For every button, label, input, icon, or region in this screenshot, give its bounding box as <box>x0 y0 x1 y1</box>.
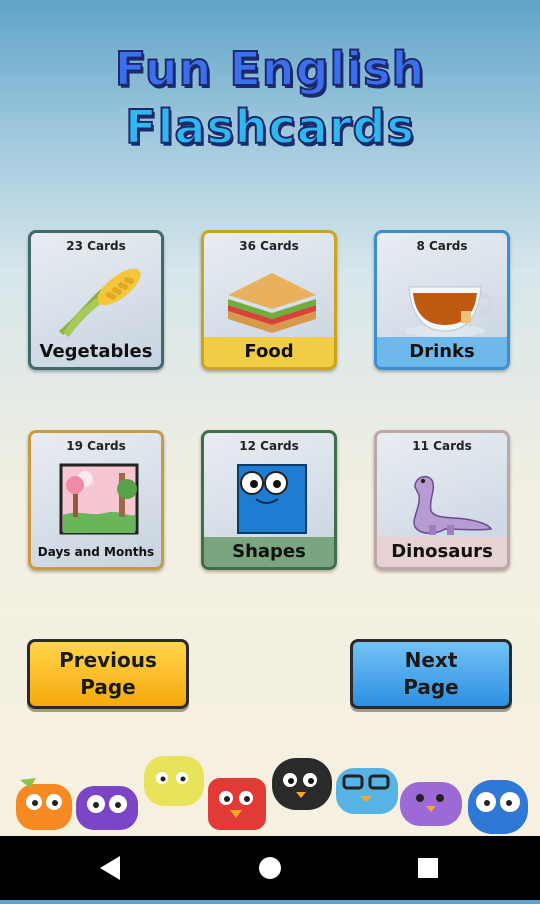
sandwich-icon <box>228 273 316 333</box>
navbar-icons <box>100 856 438 880</box>
square-character-icon <box>237 464 307 534</box>
system-navigation-bar <box>0 836 540 900</box>
black-bird-icon <box>272 758 332 810</box>
title-line-2: Flashcards <box>124 99 415 155</box>
home-icon[interactable] <box>259 857 281 879</box>
card-count: 36 Cards <box>239 239 299 253</box>
previous-page-button[interactable]: Previous Page <box>27 639 189 709</box>
birds-decoration <box>16 756 528 834</box>
previous-button-line-2: Page <box>80 675 136 699</box>
card-label: Vegetables <box>39 341 153 362</box>
next-page-button[interactable]: Next Page <box>350 639 512 709</box>
card-count: 11 Cards <box>412 439 472 453</box>
category-card-shapes[interactable]: 12 Cards Shapes <box>201 430 337 570</box>
card-label: Days and Months <box>37 545 155 559</box>
next-button-line-1: Next <box>404 648 458 672</box>
card-label: Food <box>204 337 334 367</box>
yellow-bird-icon <box>144 756 204 806</box>
tea-cup-icon <box>405 286 494 337</box>
next-button-line-2: Page <box>403 675 459 699</box>
back-icon[interactable] <box>100 856 120 880</box>
blue-bird-with-glasses-icon <box>336 768 398 814</box>
category-card-days-and-months[interactable]: 19 Cards Days and Months <box>28 430 164 570</box>
dinosaur-icon <box>413 475 493 535</box>
previous-button-line-1: Previous <box>59 648 157 672</box>
card-label: Drinks <box>377 337 507 367</box>
corn-icon <box>59 268 141 337</box>
card-count: 19 Cards <box>66 439 126 453</box>
card-count: 23 Cards <box>66 239 126 253</box>
recents-icon[interactable] <box>418 858 438 878</box>
category-card-food[interactable]: 36 Cards Food <box>201 230 337 370</box>
title-line-1: Fun English <box>114 41 426 97</box>
card-label: Shapes <box>204 537 334 567</box>
card-count: 8 Cards <box>416 239 468 253</box>
red-bird-icon <box>208 778 266 830</box>
card-label: Dinosaurs <box>377 537 507 567</box>
card-count: 12 Cards <box>239 439 299 453</box>
category-card-vegetables[interactable]: 23 Cards Vegetables <box>28 230 164 370</box>
lavender-bird-icon <box>400 782 462 826</box>
orange-bird-icon <box>16 778 72 830</box>
blue-round-bird-icon <box>468 780 528 834</box>
category-card-drinks[interactable]: 8 Cards Drinks <box>374 230 510 370</box>
purple-owl-icon <box>76 786 138 830</box>
category-card-dinosaurs[interactable]: 11 Cards Dinosaurs <box>374 430 510 570</box>
app-title: Fun English Flashcards <box>0 40 540 156</box>
calendar-scene-icon <box>59 463 139 535</box>
